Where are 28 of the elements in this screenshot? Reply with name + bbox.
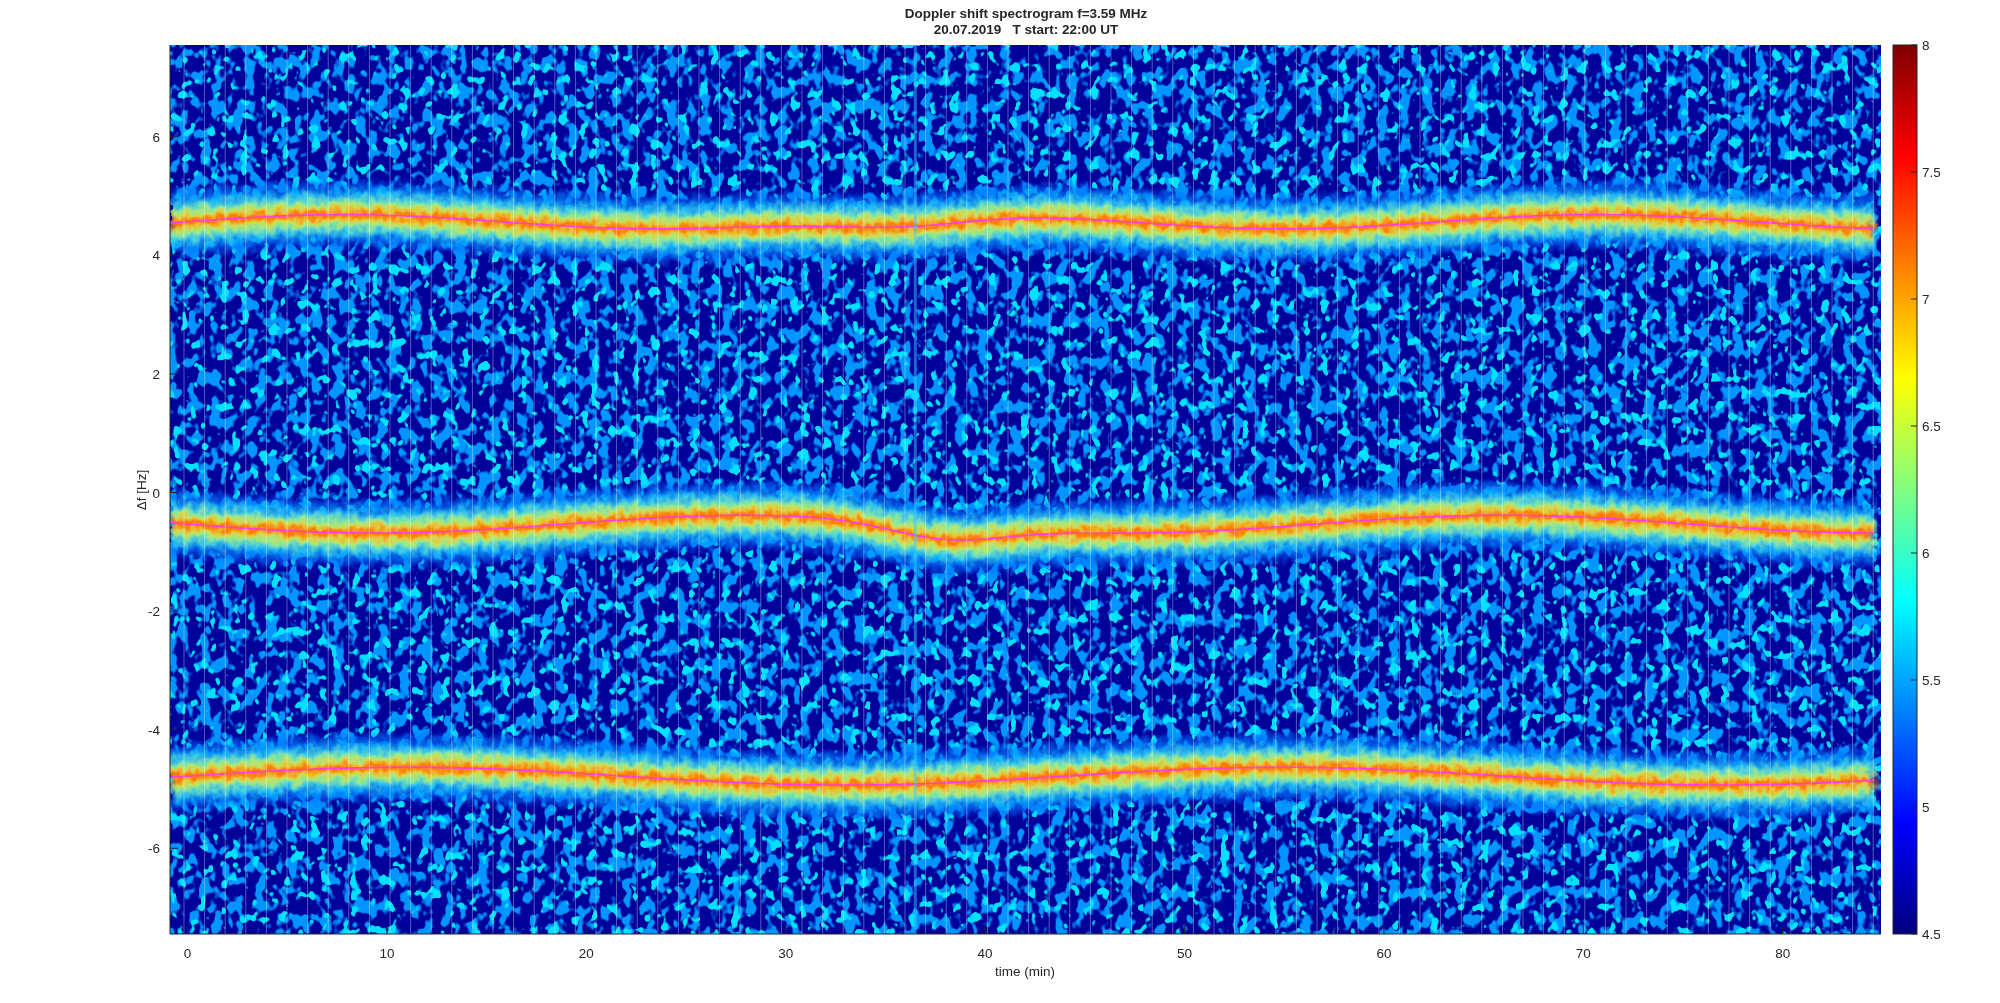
colorbar-tick-label: 7	[1922, 292, 1930, 307]
chart-title: 20.07.2019 T start: 22:00 UT	[933, 22, 1119, 37]
tick-label: 20	[578, 946, 594, 961]
tick-label: 4	[152, 248, 160, 264]
tick-label: 2	[152, 366, 160, 382]
tick-label: 0	[183, 946, 192, 961]
tick-label: 6	[152, 129, 160, 145]
tick-label: 40	[977, 946, 993, 961]
chart-title: Doppler shift spectrogram f=3.59 MHz	[904, 6, 1148, 21]
tick-label: 50	[1177, 946, 1192, 961]
colorbar-tick-label: 4.5	[1922, 927, 1941, 942]
colorbar-tick-label: 6.5	[1922, 419, 1941, 434]
axis-label: Δf [Hz]	[134, 469, 149, 511]
tick-label: 0	[152, 485, 160, 501]
colorbar-tick-label: 7.5	[1922, 165, 1941, 180]
tick-label: 30	[778, 946, 794, 961]
axis-label: time (min)	[995, 964, 1055, 979]
tick-label: 80	[1775, 946, 1791, 961]
colorbar-tick-label: 5.5	[1922, 673, 1941, 688]
tick-label: -6	[148, 841, 160, 857]
tick-label: 70	[1575, 946, 1591, 961]
tick-label: -2	[148, 604, 160, 620]
tick-label: 10	[379, 946, 395, 961]
colorbar-tick-label: 6	[1922, 546, 1930, 561]
colorbar-tick-label: 8	[1922, 38, 1930, 53]
colorbar-tick-label: 5	[1922, 800, 1930, 815]
tick-label: 60	[1376, 946, 1392, 961]
tick-label: -4	[148, 722, 160, 738]
